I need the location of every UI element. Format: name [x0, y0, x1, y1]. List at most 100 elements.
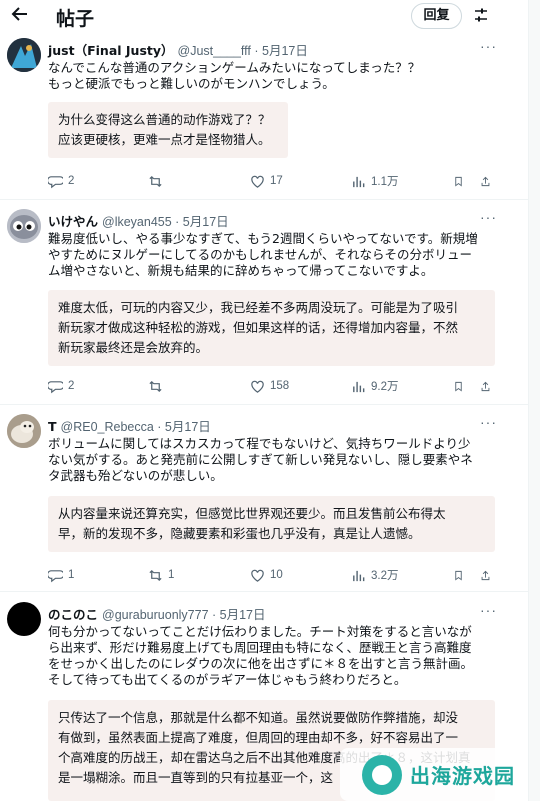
- views-count: 3.2万: [371, 570, 399, 582]
- author-handle[interactable]: @lkeyan455 · 5月17日: [102, 215, 229, 229]
- reply-post[interactable]: just（Final Justy） @Just____fff · 5月17日 ··…: [0, 32, 528, 200]
- reply-post[interactable]: いけやん @lkeyan455 · 5月17日 ··· 難易度低いし、やる事少なす…: [0, 200, 528, 405]
- post-meta: just（Final Justy） @Just____fff · 5月17日: [48, 40, 308, 59]
- translation-line: 新玩家最终还是会放弃的。: [58, 340, 209, 355]
- post-meta: のこのこ @guraburuonly777 · 5月17日: [48, 604, 266, 623]
- bookmark-icon[interactable]: [453, 566, 469, 584]
- avatar[interactable]: [7, 602, 41, 636]
- retweet-icon: [149, 569, 162, 581]
- views-count: 9.2万: [371, 381, 399, 393]
- translation-line: 只传达了一个信息，那就是什么都不知道。虽然说要做防作弊措施，却没: [58, 710, 459, 725]
- text-line: やすためにヌルゲーにしてるのかもしれませんが、それならその分ボリュー: [48, 247, 473, 262]
- share-icon[interactable]: [480, 377, 496, 395]
- speech-bubble-icon: [48, 380, 63, 393]
- share-icon[interactable]: [480, 172, 496, 190]
- bar-chart-icon: [353, 570, 365, 581]
- retweet-action[interactable]: [148, 172, 168, 190]
- more-dots-icon[interactable]: ···: [480, 38, 497, 54]
- bookmark-icon[interactable]: [453, 377, 469, 395]
- bar-chart-icon: [353, 381, 365, 392]
- page-title: 帖子: [56, 8, 95, 30]
- action-bar: 1 1 10 3.2万: [48, 566, 498, 584]
- retweet-action[interactable]: 1: [148, 566, 174, 584]
- speech-bubble-icon: [48, 175, 63, 188]
- author-handle[interactable]: @guraburuonly777 · 5月17日: [102, 608, 265, 622]
- reply-button[interactable]: 回复: [411, 3, 462, 29]
- text-line: なんでこんな普通のアクションゲームみたいになってしまった？？: [48, 60, 421, 75]
- avatar[interactable]: [7, 38, 41, 72]
- translation-line: 应该更硬核，更难一点才是怪物猎人。: [58, 132, 271, 147]
- more-dots-icon[interactable]: ···: [480, 414, 497, 430]
- like-count: 10: [270, 569, 283, 581]
- retweet-icon: [149, 175, 162, 187]
- watermark-text: 出海游戏园: [410, 764, 515, 788]
- text-line: 何も分かってないってことだけ伝わりました。チート対策をすると言いなが: [48, 624, 472, 639]
- text-line: ム増やさないと、新規も結果的に辞めちゃって帰ってこないですよ。: [48, 263, 434, 278]
- post-meta: いけやん @lkeyan455 · 5月17日: [48, 211, 229, 230]
- post-text: 何も分かってないってことだけ伝わりました。チート対策をすると言いなが ら出来ず、…: [48, 624, 503, 688]
- views-action[interactable]: 1.1万: [351, 172, 399, 190]
- heart-icon: [251, 569, 264, 582]
- bookmark-icon[interactable]: [453, 172, 469, 190]
- views-action[interactable]: 9.2万: [351, 377, 399, 395]
- like-count: 158: [270, 380, 290, 392]
- retweet-action[interactable]: [148, 377, 168, 395]
- retweet-count: 1: [168, 569, 175, 581]
- translation-line: 有做到，虽然表面上提高了难度，但周回的理由却不多，好不容易出了一: [58, 730, 459, 745]
- reply-count: 2: [68, 175, 75, 187]
- right-scroll-area[interactable]: [528, 0, 540, 801]
- like-action[interactable]: 10: [250, 566, 283, 584]
- author-name[interactable]: のこのこ: [48, 607, 98, 622]
- like-action[interactable]: 17: [250, 172, 283, 190]
- action-bar: 2 158 9.2万: [48, 377, 498, 395]
- text-line: ない気がする。あと発売前に公開しすぎて新しい発見ないし、隠し要素やネ: [48, 452, 473, 467]
- author-name[interactable]: T: [48, 419, 57, 434]
- speech-bubble-icon: [48, 569, 63, 582]
- views-action[interactable]: 3.2万: [351, 566, 399, 584]
- translation-box: 从内容量来说还算充实，但感觉比世界观还要少。而且发售前公布得太 早，新的发现不多…: [48, 496, 495, 552]
- like-count: 17: [270, 175, 283, 187]
- translation-line: 早，新的发现不多，隐藏要素和彩蛋也几乎没有，真是让人遗憾。: [58, 526, 421, 541]
- watermark: 出海游戏园: [340, 748, 528, 801]
- translation-line: 难度太低，可玩的内容又少，我已经差不多两周没玩了。可能是为了吸引: [58, 300, 459, 315]
- more-dots-icon[interactable]: ···: [480, 602, 497, 618]
- text-line: タ武器も殆どないのが悲しい。: [48, 468, 223, 483]
- post-text: 難易度低いし、やる事少なすぎて、もう2週間くらいやってないです。新規増 やすため…: [48, 231, 503, 279]
- reply-action[interactable]: 2: [48, 172, 74, 190]
- text-line: ボリュームに関してはスカスカって程でもないけど、気持ちワールドより少: [48, 436, 471, 451]
- more-dots-icon[interactable]: ···: [480, 209, 497, 225]
- reply-count: 1: [68, 569, 75, 581]
- translation-box: 难度太低，可玩的内容又少，我已经差不多两周没玩了。可能是为了吸引 新玩家才做成这…: [48, 290, 495, 366]
- author-name[interactable]: just（Final Justy）: [48, 43, 174, 58]
- text-line: もっと硬派でもっと難しいのがモンハンでしょう。: [48, 76, 335, 91]
- watermark-logo-icon: [362, 754, 402, 795]
- post-text: ボリュームに関してはスカスカって程でもないけど、気持ちワールドより少 ない気がす…: [48, 436, 503, 484]
- translation-box: 为什么变得这么普通的动作游戏了？？ 应该更硬核，更难一点才是怪物猎人。: [48, 102, 288, 158]
- action-bar: 2 17 1.1万: [48, 172, 498, 190]
- views-count: 1.1万: [371, 176, 399, 188]
- avatar[interactable]: [7, 209, 41, 243]
- heart-icon: [251, 175, 264, 188]
- text-line: 難易度低いし、やる事少なすぎて、もう2週間くらいやってないです。新規増: [48, 231, 478, 246]
- heart-icon: [251, 380, 264, 393]
- post-text: なんでこんな普通のアクションゲームみたいになってしまった？？ もっと硬派でもっと…: [48, 60, 503, 92]
- avatar[interactable]: [7, 414, 41, 448]
- text-line: をせっかく出したのにレダウの次に他を出さずに＊８を出すと言う無計画。: [48, 656, 474, 671]
- like-action[interactable]: 158: [250, 377, 289, 395]
- bar-chart-icon: [353, 176, 365, 187]
- author-name[interactable]: いけやん: [48, 214, 98, 229]
- reply-action[interactable]: 2: [48, 377, 74, 395]
- arrow-left-icon[interactable]: [10, 4, 32, 26]
- share-icon[interactable]: [480, 566, 496, 584]
- sliders-icon[interactable]: [472, 6, 490, 24]
- reply-action[interactable]: 1: [48, 566, 74, 584]
- author-handle[interactable]: @Just____fff · 5月17日: [178, 44, 308, 58]
- text-line: ら出来ず、形だけ難易度上げても周回理由も特になく、歴戦王と言う高難度: [48, 640, 472, 655]
- translation-line: 新玩家才做成这种轻松的游戏，但如果这样的话，还得增加内容量，不然: [58, 320, 459, 335]
- translation-line: 为什么变得这么普通的动作游戏了？？: [58, 112, 271, 127]
- reply-post[interactable]: T @RE0_Rebecca · 5月17日 ··· ボリュームに関してはスカスカ…: [0, 405, 528, 592]
- reply-count: 2: [68, 380, 75, 392]
- retweet-icon: [149, 380, 162, 392]
- translation-line: 从内容量来说还算充实，但感觉比世界观还要少。而且发售前公布得太: [58, 506, 446, 521]
- author-handle[interactable]: @RE0_Rebecca · 5月17日: [61, 420, 211, 434]
